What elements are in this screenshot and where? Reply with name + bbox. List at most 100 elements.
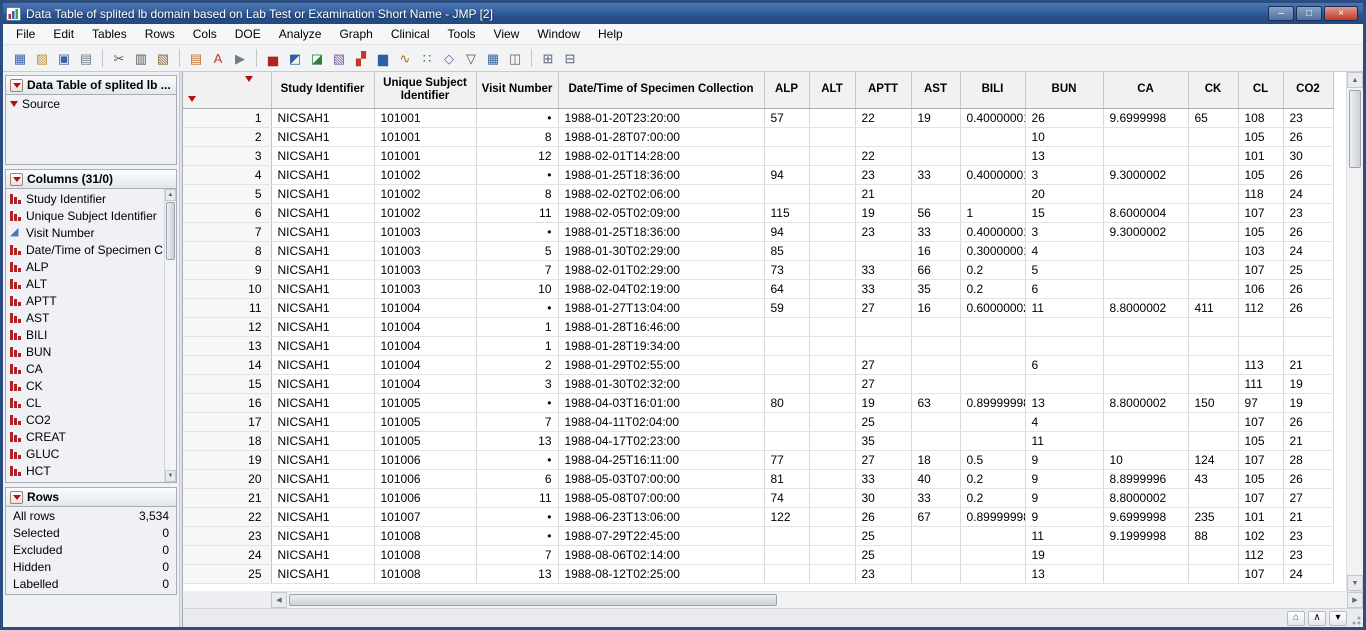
cell[interactable]: NICSAH1 <box>271 203 374 222</box>
row-number[interactable]: 19 <box>183 450 271 469</box>
cell[interactable]: 101003 <box>374 260 476 279</box>
cell[interactable]: 88 <box>1188 526 1238 545</box>
cell[interactable]: 94 <box>764 222 809 241</box>
cell[interactable]: 0.60000002 <box>960 298 1025 317</box>
cell[interactable]: 101007 <box>374 507 476 526</box>
cell[interactable]: 16 <box>911 241 960 260</box>
cell[interactable]: 101005 <box>374 393 476 412</box>
graph-builder-button[interactable]: ▞ <box>350 47 372 69</box>
cell[interactable]: 27 <box>1283 488 1333 507</box>
cell[interactable]: 9.3000002 <box>1103 222 1188 241</box>
red-triangle-icon[interactable] <box>10 79 23 92</box>
source-item[interactable]: Source <box>6 95 176 113</box>
cell[interactable]: NICSAH1 <box>271 222 374 241</box>
copy-button[interactable]: ▥ <box>130 47 152 69</box>
cell[interactable] <box>1103 260 1188 279</box>
grid-view-button[interactable]: ⊞ <box>537 47 559 69</box>
row-number[interactable]: 3 <box>183 146 271 165</box>
cell[interactable]: 107 <box>1238 203 1283 222</box>
cell[interactable]: 107 <box>1238 412 1283 431</box>
cell[interactable]: 101005 <box>374 412 476 431</box>
cell[interactable]: NICSAH1 <box>271 241 374 260</box>
cell[interactable] <box>960 412 1025 431</box>
cell[interactable]: NICSAH1 <box>271 146 374 165</box>
cell[interactable]: 33 <box>911 488 960 507</box>
cell[interactable] <box>764 526 809 545</box>
cell[interactable]: 101001 <box>374 108 476 127</box>
cell[interactable]: 73 <box>764 260 809 279</box>
cell[interactable] <box>911 336 960 355</box>
cell[interactable] <box>764 355 809 374</box>
cell[interactable]: 112 <box>1238 298 1283 317</box>
column-item[interactable]: AST <box>6 309 164 326</box>
scroll-up-icon[interactable]: ▲ <box>165 189 176 201</box>
cell[interactable]: 101004 <box>374 317 476 336</box>
column-item[interactable]: BILI <box>6 326 164 343</box>
cell[interactable] <box>855 336 911 355</box>
cell[interactable] <box>1238 317 1283 336</box>
cell[interactable]: 1988-01-28T07:00:00 <box>558 127 764 146</box>
menu-item-view[interactable]: View <box>485 25 529 43</box>
cell[interactable]: • <box>476 222 558 241</box>
vertical-scrollbar[interactable]: ▲ ▼ <box>1346 72 1363 591</box>
cell[interactable] <box>764 431 809 450</box>
cell[interactable]: 101002 <box>374 184 476 203</box>
cell[interactable]: 23 <box>855 165 911 184</box>
row-number[interactable]: 10 <box>183 279 271 298</box>
cell[interactable] <box>1103 431 1188 450</box>
column-item[interactable]: GLUC <box>6 445 164 462</box>
cell[interactable]: 11 <box>476 488 558 507</box>
cell[interactable]: 1988-01-28T19:34:00 <box>558 336 764 355</box>
cell[interactable]: 101008 <box>374 564 476 583</box>
column-header[interactable]: CA <box>1103 72 1188 108</box>
column-header[interactable]: CL <box>1238 72 1283 108</box>
scatterplot-3d-button[interactable]: ◇ <box>438 47 460 69</box>
collapse-panel-icon[interactable]: ∧ <box>1308 611 1326 626</box>
row-number[interactable]: 20 <box>183 469 271 488</box>
cell[interactable] <box>1188 203 1238 222</box>
cell[interactable]: 65 <box>1188 108 1238 127</box>
cell[interactable]: 64 <box>764 279 809 298</box>
cell[interactable]: 9.1999998 <box>1103 526 1188 545</box>
cell[interactable] <box>960 431 1025 450</box>
cell[interactable]: 3 <box>1025 165 1103 184</box>
cell[interactable]: 235 <box>1188 507 1238 526</box>
cell[interactable] <box>911 412 960 431</box>
run-script-button[interactable]: ▶ <box>229 47 251 69</box>
cell[interactable]: 101004 <box>374 374 476 393</box>
row-number[interactable]: 17 <box>183 412 271 431</box>
cell[interactable]: 101001 <box>374 146 476 165</box>
cell[interactable] <box>1188 564 1238 583</box>
menu-item-cols[interactable]: Cols <box>184 25 226 43</box>
menu-item-edit[interactable]: Edit <box>44 25 83 43</box>
cell[interactable] <box>1103 184 1188 203</box>
cell[interactable] <box>1103 241 1188 260</box>
cell[interactable] <box>809 184 855 203</box>
cell[interactable]: 35 <box>855 431 911 450</box>
cell[interactable]: NICSAH1 <box>271 564 374 583</box>
cell[interactable]: 9 <box>1025 450 1103 469</box>
scatterplot-button[interactable]: ∷ <box>416 47 438 69</box>
cell[interactable]: NICSAH1 <box>271 450 374 469</box>
row-number[interactable]: 4 <box>183 165 271 184</box>
cell[interactable]: 1988-06-23T13:06:00 <box>558 507 764 526</box>
column-item[interactable]: HCT <box>6 462 164 479</box>
menu-item-file[interactable]: File <box>7 25 44 43</box>
new-window-button[interactable]: ◫ <box>504 47 526 69</box>
cut-button[interactable]: ✂ <box>108 47 130 69</box>
minimize-button[interactable]: – <box>1268 6 1294 21</box>
cell[interactable]: 26 <box>1283 469 1333 488</box>
print-preview-button[interactable]: ▤ <box>185 47 207 69</box>
cell[interactable]: 1 <box>476 317 558 336</box>
cell[interactable] <box>1283 336 1333 355</box>
cell[interactable]: 26 <box>855 507 911 526</box>
cell[interactable]: 6 <box>1025 355 1103 374</box>
cell[interactable] <box>1025 374 1103 393</box>
cell[interactable]: 7 <box>476 545 558 564</box>
cell[interactable] <box>855 317 911 336</box>
cell[interactable]: 1988-02-02T02:06:00 <box>558 184 764 203</box>
row-number[interactable]: 8 <box>183 241 271 260</box>
cell[interactable] <box>1103 146 1188 165</box>
cell[interactable]: 3 <box>476 374 558 393</box>
column-header[interactable]: BILI <box>960 72 1025 108</box>
